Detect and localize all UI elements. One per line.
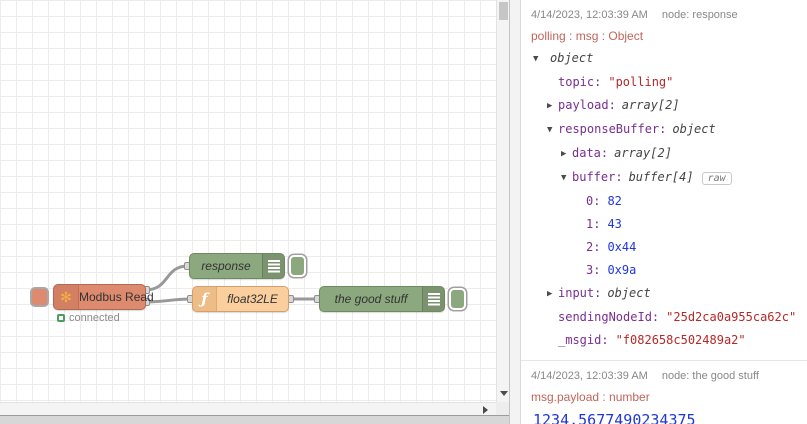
tree-value: array[2] — [621, 98, 680, 112]
message-timestamp: 4/14/2023, 12:03:39 AM — [531, 370, 648, 382]
tree-value: 0x9a — [607, 263, 637, 277]
debug-icon-chip — [422, 287, 444, 311]
payload-number-value: 1234.5677490234375 — [533, 411, 696, 424]
tree-row: _msgid: "f082658c502489a2" — [527, 329, 797, 352]
tree-value: buffer[4] — [628, 170, 694, 184]
good-stuff-debug-toggle-button[interactable] — [449, 288, 466, 310]
tree-value: object — [550, 51, 594, 65]
node-label: response — [201, 259, 251, 273]
tree-value: 43 — [607, 217, 622, 231]
debug-message-meta: 4/14/2023, 12:03:39 AM node: the good stu… — [531, 368, 797, 384]
connected-status-icon — [57, 314, 65, 322]
expander-icon[interactable]: ▼ — [533, 48, 544, 71]
raw-button[interactable]: raw — [701, 172, 732, 185]
message-property-path: msg.payload : number — [531, 390, 650, 404]
scrollbar-corner — [496, 402, 509, 415]
tree-key: 0: — [586, 194, 601, 208]
tree-key: input: — [558, 286, 602, 300]
good-stuff-debug-node[interactable]: the good stuff — [319, 286, 445, 312]
tree-key: 1: — [586, 217, 601, 231]
modbus-node-button[interactable] — [30, 287, 49, 307]
modbus-read-node[interactable]: ✻ Modbus Read — [53, 284, 154, 310]
sidebar-divider[interactable] — [509, 0, 521, 424]
tree-key: topic: — [558, 75, 602, 89]
tree-key: payload: — [558, 98, 616, 112]
debug-icon-chip — [262, 254, 284, 278]
expander-icon[interactable]: ▶ — [547, 95, 558, 118]
tree-key: 3: — [586, 263, 601, 277]
tree-value: "f082658c502489a2" — [615, 333, 746, 347]
float32le-function-node[interactable]: ƒ float32LE — [192, 286, 289, 312]
response-debug-node[interactable]: response — [189, 253, 285, 279]
tree-row: ▼ object — [527, 47, 797, 71]
response-debug-toggle-button[interactable] — [289, 255, 306, 277]
message-timestamp: 4/14/2023, 12:03:39 AM — [531, 9, 648, 21]
tree-value: "25d2ca0a955ca62c" — [666, 310, 797, 324]
tree-row: ▶ payload: array[2] — [527, 94, 797, 118]
tree-row: ▶ input: object — [527, 282, 797, 306]
expander-icon[interactable]: ▼ — [561, 167, 572, 190]
tree-row: 0: 82 — [527, 190, 797, 213]
scroll-right-arrow-icon[interactable] — [483, 406, 488, 414]
modbus-icon-chip: ✻ — [54, 285, 79, 309]
tree-key: 2: — [586, 240, 601, 254]
tree-key: _msgid: — [558, 333, 609, 347]
debug-list-icon — [427, 292, 440, 306]
tree-key: buffer: — [572, 170, 623, 184]
debug-message-meta: 4/14/2023, 12:03:39 AM node: response — [531, 7, 797, 23]
tree-value: "polling" — [608, 75, 674, 89]
message-source-node: node: the good stuff — [661, 370, 759, 382]
debug-list-icon — [267, 259, 280, 273]
wire[interactable] — [143, 264, 190, 292]
tree-key: data: — [572, 146, 609, 160]
tree-row: 3: 0x9a — [527, 259, 797, 282]
node-label: the good stuff — [334, 292, 408, 306]
window-bottom-edge — [0, 415, 521, 424]
expander-icon[interactable]: ▶ — [561, 143, 572, 166]
node-red-window: ✻ Modbus Read connected response ƒ float… — [0, 0, 807, 424]
flow-canvas[interactable]: ✻ Modbus Read connected response ƒ float… — [0, 0, 496, 402]
tree-value: 0x44 — [607, 240, 637, 254]
tree-value: object — [607, 286, 651, 300]
message-source-node: node: response — [661, 9, 738, 21]
node-label: Modbus Read — [79, 290, 154, 304]
tree-value: 82 — [607, 194, 622, 208]
tree-value: array[2] — [614, 146, 672, 160]
tree-row: ▼ buffer: buffer[4] raw — [527, 166, 797, 190]
tree-row: sendingNodeId: "25d2ca0a955ca62c" — [527, 306, 797, 329]
object-tree: ▼ object topic: "polling" ▶ payload: array[2] ▼… — [527, 47, 797, 352]
message-property-path: polling : msg : Object — [531, 29, 644, 43]
status-label: connected — [69, 312, 120, 324]
function-f-icon: ƒ — [201, 290, 208, 308]
function-icon-chip: ƒ — [193, 287, 217, 311]
expander-icon[interactable]: ▶ — [547, 283, 558, 306]
modbus-status: connected — [57, 312, 120, 324]
tree-row: 2: 0x44 — [527, 236, 797, 259]
debug-message[interactable]: 4/14/2023, 12:03:39 AM node: the good stu… — [521, 361, 807, 424]
tree-row: topic: "polling" — [527, 71, 797, 94]
node-label: float32LE — [227, 292, 278, 306]
tree-key: sendingNodeId: — [558, 310, 660, 324]
tree-row: ▼ responseBuffer: object — [527, 118, 797, 142]
tree-value: object — [672, 122, 716, 136]
debug-sidebar: 4/14/2023, 12:03:39 AM node: response poll… — [521, 0, 807, 424]
expander-icon[interactable]: ▼ — [547, 119, 558, 142]
vertical-scrollbar[interactable] — [496, 0, 509, 402]
debug-message[interactable]: 4/14/2023, 12:03:39 AM node: response poll… — [521, 0, 807, 361]
modbus-flower-icon: ✻ — [60, 289, 72, 305]
tree-row: ▶ data: array[2] — [527, 142, 797, 166]
tree-row: 1: 43 — [527, 213, 797, 236]
tree-key: responseBuffer: — [558, 122, 667, 136]
scroll-down-arrow-icon[interactable] — [500, 391, 508, 396]
wire-layer — [143, 264, 320, 304]
horizontal-scrollbar[interactable] — [0, 402, 496, 415]
vertical-scrollbar-thumb[interactable] — [499, 2, 508, 20]
